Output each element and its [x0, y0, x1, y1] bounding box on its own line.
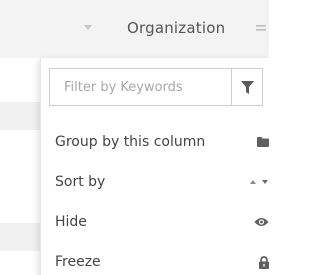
menu-item-label: Group by this column [55, 134, 206, 150]
menu-item-hide[interactable]: Hide [41, 204, 269, 240]
lock-icon [259, 255, 269, 269]
column-title[interactable]: Organization [127, 19, 225, 37]
menu-item-label: Freeze [55, 254, 101, 270]
grid-column-menu-screen: Organization Group by this column Sort b… [0, 0, 269, 275]
grid-row [0, 223, 40, 251]
column-menu: Group by this column Sort by Hide [40, 58, 269, 275]
filter-box [49, 68, 263, 106]
grid-background [0, 58, 40, 275]
folder-icon [257, 137, 269, 147]
menu-item-freeze[interactable]: Freeze [41, 244, 269, 275]
filter-funnel-icon[interactable] [231, 69, 262, 105]
grid-row [0, 102, 40, 130]
menu-item-sort-by[interactable]: Sort by [41, 164, 269, 200]
menu-item-group-by[interactable]: Group by this column [41, 124, 269, 160]
menu-item-label: Sort by [55, 174, 106, 190]
eye-icon [254, 217, 269, 227]
caret-down-icon[interactable] [81, 18, 95, 36]
menu-item-label: Hide [55, 214, 87, 230]
sort-arrows-icon [250, 178, 269, 186]
menu-lines-icon[interactable] [252, 20, 269, 36]
column-header: Organization [0, 0, 269, 59]
filter-keywords-input[interactable] [50, 69, 231, 105]
